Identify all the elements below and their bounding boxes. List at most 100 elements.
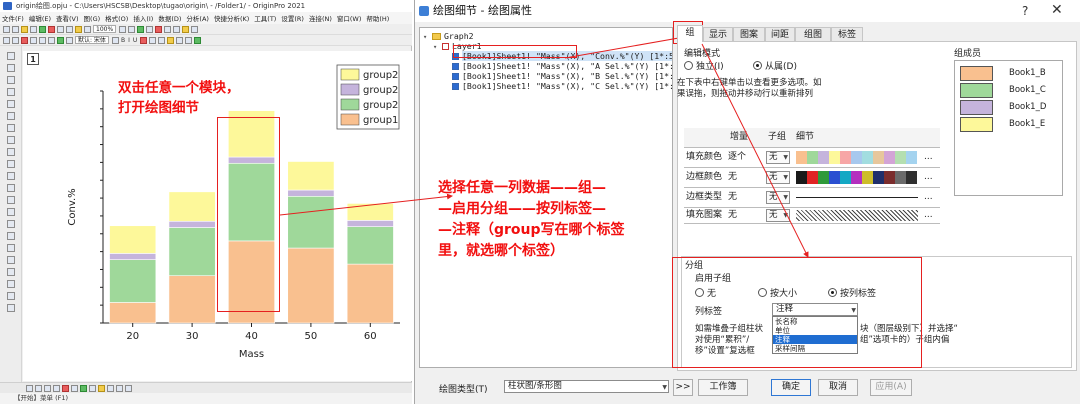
color-swatch[interactable] <box>873 151 884 164</box>
tree-plot-item[interactable]: [Book1]Sheet1! "Mass"(X), "A Sel.%"(Y) [… <box>452 61 672 71</box>
member-label[interactable]: Book1_E <box>1009 119 1045 129</box>
group-members-list[interactable]: Book1_B Book1_C Book1_D Book1_E <box>954 60 1063 196</box>
color-swatch[interactable] <box>884 171 895 184</box>
circle-tool-icon[interactable] <box>7 208 15 216</box>
font-combo[interactable]: 默认: 宋体 <box>75 36 109 44</box>
color-swatch[interactable] <box>818 171 829 184</box>
menu-graph[interactable]: 图(G) <box>84 13 101 23</box>
bar-segment-60-1[interactable] <box>346 226 394 265</box>
tab-display[interactable]: 显示 <box>703 27 733 42</box>
bar-segment-50-3[interactable] <box>287 161 335 191</box>
line-style-preview[interactable] <box>796 197 918 198</box>
curved-arrow-tool-icon[interactable] <box>7 172 15 180</box>
new-graph-icon[interactable] <box>48 25 55 33</box>
rotate-icon[interactable] <box>98 384 105 392</box>
back-icon[interactable] <box>71 384 78 392</box>
screen-reader-tool-icon[interactable] <box>7 76 15 84</box>
bar-segment-30-0[interactable] <box>168 275 216 324</box>
member-label[interactable]: Book1_C <box>1009 85 1046 95</box>
line-width-icon[interactable] <box>158 36 166 44</box>
command-window-icon[interactable] <box>164 25 172 33</box>
zoom-in-icon[interactable] <box>119 25 127 33</box>
align-top-icon[interactable] <box>44 384 51 392</box>
italic-icon[interactable]: I <box>128 37 130 44</box>
dropdown-option-comments[interactable]: 注释 <box>773 335 857 344</box>
region-tool-icon[interactable] <box>7 112 15 120</box>
plot-checkbox[interactable] <box>452 83 459 90</box>
more-button[interactable]: ... <box>924 168 933 187</box>
radio-independent[interactable]: 独立(I) <box>684 59 724 72</box>
menu-insert[interactable]: 插入(I) <box>133 13 153 23</box>
bar-segment-20-1[interactable] <box>109 259 157 303</box>
plot-checkbox[interactable] <box>452 73 459 80</box>
bar-segment-60-0[interactable] <box>346 263 394 324</box>
menu-connect[interactable]: 连接(N) <box>309 13 332 23</box>
subgroup-dropdown[interactable]: 无 ▼ <box>766 151 790 164</box>
more-button[interactable]: ... <box>924 188 933 207</box>
dropdown-option-units[interactable]: 单位 <box>773 326 857 335</box>
polygon-tool-icon[interactable] <box>7 220 15 228</box>
bar-segment-30-1[interactable] <box>168 227 216 277</box>
subgroup-dropdown[interactable]: 无 ▼ <box>766 171 790 184</box>
open-icon[interactable] <box>12 25 19 33</box>
same-size-icon[interactable] <box>125 384 132 392</box>
radio-dependent[interactable]: 从属(D) <box>753 59 797 72</box>
symbol-shape-icon[interactable] <box>185 36 193 44</box>
grid-row-border-type[interactable]: 边框类型 无 无 ▼ ... <box>684 188 940 208</box>
tab-spacing[interactable]: 间距 <box>765 27 795 42</box>
rescale-icon[interactable] <box>12 36 19 44</box>
help-icon[interactable]: ? <box>1022 4 1028 18</box>
insert-image-tool-icon[interactable] <box>7 292 15 300</box>
expand-button[interactable]: >> <box>673 379 693 396</box>
pointer-tool-icon[interactable] <box>7 52 15 60</box>
bar-segment-50-1[interactable] <box>287 195 335 249</box>
menu-data[interactable]: 数据(D) <box>158 13 181 23</box>
line-style-icon[interactable] <box>149 36 157 44</box>
app-center-icon[interactable] <box>182 25 190 33</box>
rectangle-tool-icon[interactable] <box>7 196 15 204</box>
date-time-icon[interactable] <box>39 36 46 44</box>
text-tool-icon[interactable] <box>7 148 15 156</box>
color-swatch[interactable] <box>829 151 840 164</box>
subgroup-dropdown[interactable]: 无 ▼ <box>766 209 790 222</box>
member-label[interactable]: Book1_D <box>1009 102 1046 112</box>
color-swatch[interactable] <box>884 151 895 164</box>
apply-button[interactable]: 应用(A) <box>870 379 912 396</box>
color-swatch[interactable] <box>796 151 807 164</box>
tab-pattern[interactable]: 图案 <box>733 27 765 42</box>
code-builder-icon[interactable] <box>155 25 163 33</box>
results-log-icon[interactable] <box>146 25 154 33</box>
color-swatch[interactable] <box>906 171 917 184</box>
menu-view[interactable]: 查看(V) <box>56 13 79 23</box>
add-layer-icon[interactable] <box>3 36 10 44</box>
color-swatch[interactable] <box>840 171 851 184</box>
tab-group[interactable]: 组 <box>677 25 703 42</box>
data-reader-tool-icon[interactable] <box>7 88 15 96</box>
color-swatch[interactable] <box>851 171 862 184</box>
data-selector-tool-icon[interactable] <box>7 100 15 108</box>
new-workbook-icon[interactable] <box>39 25 46 33</box>
tab-stack[interactable]: 组图 <box>795 27 831 42</box>
refresh-icon[interactable] <box>84 25 91 33</box>
insert-equation-tool-icon[interactable] <box>7 280 15 288</box>
grid-increment-value[interactable]: 逐个 <box>728 148 746 167</box>
more-button[interactable]: ... <box>924 208 933 223</box>
insert-graph-tool-icon[interactable] <box>7 256 15 264</box>
bar-segment-30-2[interactable] <box>168 220 216 228</box>
bar-segment-60-2[interactable] <box>346 220 394 227</box>
add-colorscale-icon[interactable] <box>30 36 37 44</box>
bar-segment-60-3[interactable] <box>346 203 394 221</box>
bar-segment-30-3[interactable] <box>168 191 216 222</box>
column-label-dropdown-list[interactable]: 长名称 单位 注释 采样间隔 <box>772 316 858 354</box>
bar-segment-50-0[interactable] <box>287 247 335 324</box>
subgroup-dropdown[interactable]: 无 ▼ <box>766 191 790 204</box>
layer-management-icon[interactable] <box>173 25 181 33</box>
bar-segment-20-3[interactable] <box>109 225 157 254</box>
ungroup-icon[interactable] <box>89 384 96 392</box>
font-size-icon[interactable] <box>111 36 119 44</box>
color-swatch[interactable] <box>895 171 906 184</box>
color-swatch[interactable] <box>818 151 829 164</box>
pattern-icon[interactable] <box>176 36 184 44</box>
radio-icon[interactable] <box>753 61 762 70</box>
bar-segment-20-0[interactable] <box>109 302 157 324</box>
